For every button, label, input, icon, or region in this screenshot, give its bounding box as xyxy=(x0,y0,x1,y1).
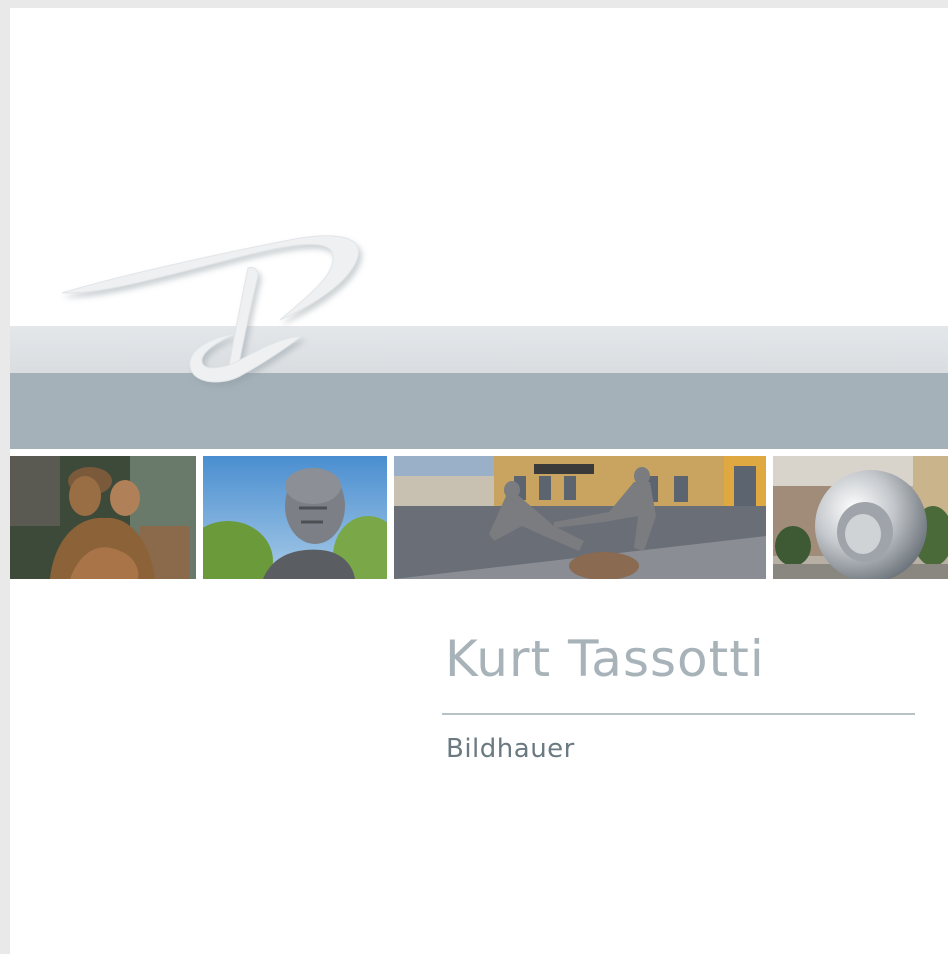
artist-profession: Bildhauer xyxy=(446,734,575,764)
tk-monogram-icon xyxy=(61,235,359,383)
street-acrobat-sculpture-photo xyxy=(394,456,766,579)
artist-name: Kurt Tassotti xyxy=(445,630,765,688)
book-cover: Kurt Tassotti Bildhauer xyxy=(10,8,948,954)
bronze-bust-portrait-photo xyxy=(203,456,387,579)
title-divider xyxy=(442,713,915,715)
chrome-ring-sculpture-photo xyxy=(773,456,948,579)
bronze-couple-sculpture-photo xyxy=(10,456,196,579)
photo-strip xyxy=(10,456,948,579)
